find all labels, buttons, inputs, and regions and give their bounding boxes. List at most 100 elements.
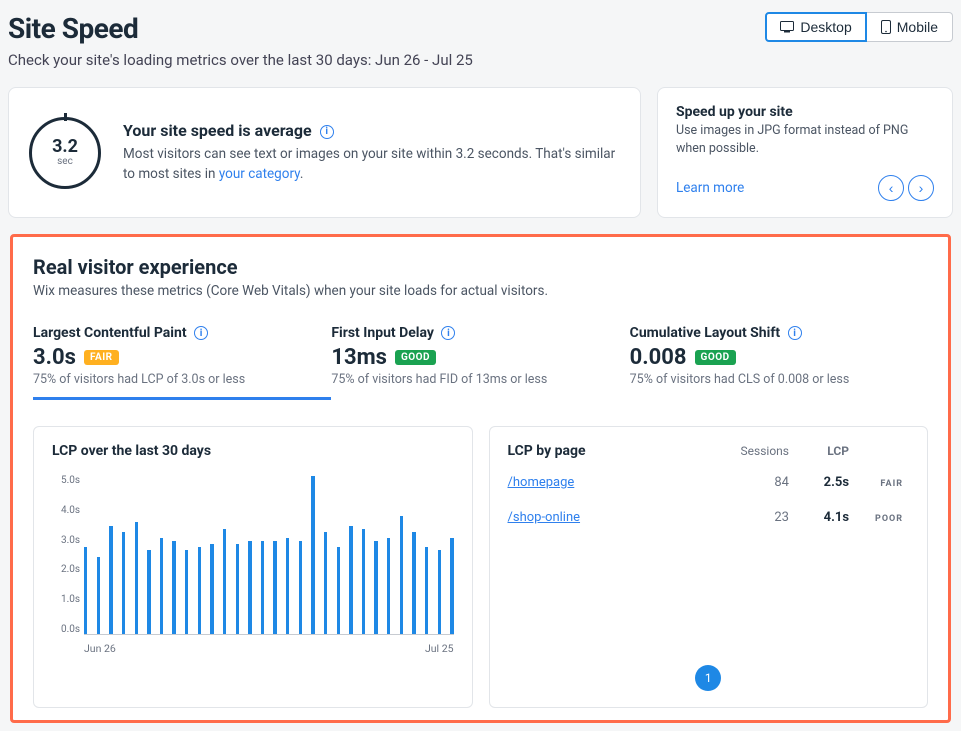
- page-title: Site Speed: [8, 12, 473, 45]
- chart-bar[interactable]: [261, 541, 264, 634]
- mobile-toggle[interactable]: Mobile: [867, 12, 953, 42]
- y-tick: 4.0s: [52, 505, 80, 516]
- desktop-icon: [780, 21, 794, 33]
- col-lcp: LCP: [789, 444, 849, 458]
- visitor-experience-panel: Real visitor experience Wix measures the…: [10, 234, 951, 723]
- col-sessions: Sessions: [719, 444, 789, 458]
- metric-label: First Input Delay i: [331, 325, 629, 341]
- chart-bar[interactable]: [147, 550, 150, 634]
- chart-bar[interactable]: [311, 476, 314, 634]
- y-tick: 3.0s: [52, 535, 80, 546]
- chart-bar[interactable]: [412, 532, 415, 634]
- metric-tab[interactable]: First Input Delay i 13ms GOOD 75% of visito…: [331, 317, 629, 400]
- chart-bar[interactable]: [84, 547, 87, 634]
- status-badge: GOOD: [695, 350, 736, 365]
- mobile-icon: [881, 20, 891, 34]
- table-row: /homepage842.5s FAIR: [508, 465, 910, 500]
- y-tick: 5.0s: [52, 475, 80, 486]
- metric-value: 13ms: [331, 345, 387, 370]
- metric-note: 75% of visitors had LCP of 3.0s or less: [33, 372, 331, 387]
- tip-next-button[interactable]: ›: [908, 175, 934, 201]
- info-icon[interactable]: i: [320, 125, 334, 139]
- metric-label: Cumulative Layout Shift i: [630, 325, 928, 341]
- info-icon[interactable]: i: [194, 326, 208, 340]
- chart-bar[interactable]: [135, 522, 138, 634]
- chart-bar[interactable]: [349, 526, 352, 635]
- lcp-value: 2.5s: [789, 475, 849, 490]
- chart-bar[interactable]: [387, 538, 390, 634]
- table-row: /shop-online234.1sPOOR: [508, 500, 910, 535]
- chart-bar[interactable]: [198, 547, 201, 634]
- tip-title: Speed up your site: [676, 104, 934, 120]
- chart-bar[interactable]: [109, 526, 112, 635]
- status-badge: GOOD: [395, 350, 436, 365]
- chart-bar[interactable]: [185, 550, 188, 634]
- summary-title: Your site speed is average i: [123, 121, 620, 140]
- metrics-tabs: Largest Contentful Paint i 3.0s FAIR 75% of…: [13, 317, 948, 400]
- metric-value: 0.008: [630, 345, 687, 370]
- chart-bar[interactable]: [236, 544, 239, 634]
- chart-bar[interactable]: [210, 544, 213, 634]
- y-axis-labels: 5.0s 4.0s 3.0s 2.0s 1.0s 0.0s: [52, 475, 80, 635]
- info-icon[interactable]: i: [441, 326, 455, 340]
- lcp-chart-card: LCP over the last 30 days 5.0s 4.0s 3.0s 2.…: [33, 426, 473, 708]
- page-link[interactable]: /homepage: [508, 475, 720, 490]
- chart-bar[interactable]: [425, 547, 428, 634]
- visitor-title: Real visitor experience: [33, 255, 928, 279]
- x-start: Jun 26: [84, 642, 116, 655]
- y-tick: 1.0s: [52, 594, 80, 605]
- chart-bar[interactable]: [450, 538, 453, 634]
- chart-plot: [84, 479, 454, 635]
- category-link[interactable]: your category: [219, 166, 300, 182]
- chart-bar[interactable]: [337, 547, 340, 634]
- status-badge: FAIR: [84, 350, 119, 365]
- chart-bar[interactable]: [248, 541, 251, 634]
- col-page: LCP by page: [508, 443, 720, 459]
- metric-value: 3.0s: [33, 345, 76, 370]
- chart-bar[interactable]: [122, 532, 125, 634]
- lcp-by-page-card: LCP by page Sessions LCP /homepage842.5s…: [489, 426, 929, 708]
- chart-bar[interactable]: [286, 538, 289, 634]
- chart-bar[interactable]: [97, 557, 100, 635]
- chart-bar[interactable]: [172, 541, 175, 634]
- chart-bar[interactable]: [223, 529, 226, 634]
- pager: 1: [508, 665, 910, 691]
- lcp-value: 4.1s: [789, 510, 849, 525]
- tip-body: Use images in JPG format instead of PNG …: [676, 122, 934, 157]
- tip-card: Speed up your site Use images in JPG for…: [657, 87, 953, 218]
- chart-bar[interactable]: [273, 541, 276, 634]
- visitor-sub: Wix measures these metrics (Core Web Vit…: [33, 283, 928, 299]
- chart-bar[interactable]: [400, 516, 403, 634]
- x-end: Jul 25: [425, 642, 454, 655]
- speed-summary-card: 3.2 sec Your site speed is average i Mos…: [8, 87, 641, 218]
- chart-bar[interactable]: [362, 529, 365, 634]
- chart-bar[interactable]: [324, 532, 327, 634]
- chart-title: LCP over the last 30 days: [52, 443, 454, 459]
- chart-bar[interactable]: [438, 550, 441, 634]
- chevron-left-icon: ‹: [889, 180, 894, 196]
- page-subtitle: Check your site's loading metrics over t…: [8, 51, 473, 69]
- metric-note: 75% of visitors had CLS of 0.008 or less: [630, 372, 928, 387]
- info-icon[interactable]: i: [788, 326, 802, 340]
- sessions-value: 84: [719, 475, 789, 490]
- status-badge: FAIR: [874, 477, 909, 491]
- speed-gauge: 3.2 sec: [29, 117, 101, 189]
- chart-bar[interactable]: [374, 541, 377, 634]
- device-toggle: Desktop Mobile: [765, 12, 953, 42]
- y-tick: 2.0s: [52, 564, 80, 575]
- metric-tab[interactable]: Largest Contentful Paint i 3.0s FAIR 75% of…: [33, 317, 331, 400]
- chart-bar[interactable]: [299, 541, 302, 634]
- metric-note: 75% of visitors had FID of 13ms or less: [331, 372, 629, 387]
- learn-more-link[interactable]: Learn more: [676, 180, 744, 196]
- gauge-unit: sec: [57, 156, 73, 167]
- chart-bar[interactable]: [160, 538, 163, 634]
- y-tick: 0.0s: [52, 624, 80, 635]
- page-number[interactable]: 1: [695, 665, 721, 691]
- summary-body: Most visitors can see text or images on …: [123, 144, 620, 185]
- metric-label: Largest Contentful Paint i: [33, 325, 331, 341]
- tip-prev-button[interactable]: ‹: [878, 175, 904, 201]
- page-link[interactable]: /shop-online: [508, 510, 720, 525]
- sessions-value: 23: [719, 510, 789, 525]
- metric-tab[interactable]: Cumulative Layout Shift i 0.008 GOOD 75% of…: [630, 317, 928, 400]
- desktop-toggle[interactable]: Desktop: [765, 12, 866, 42]
